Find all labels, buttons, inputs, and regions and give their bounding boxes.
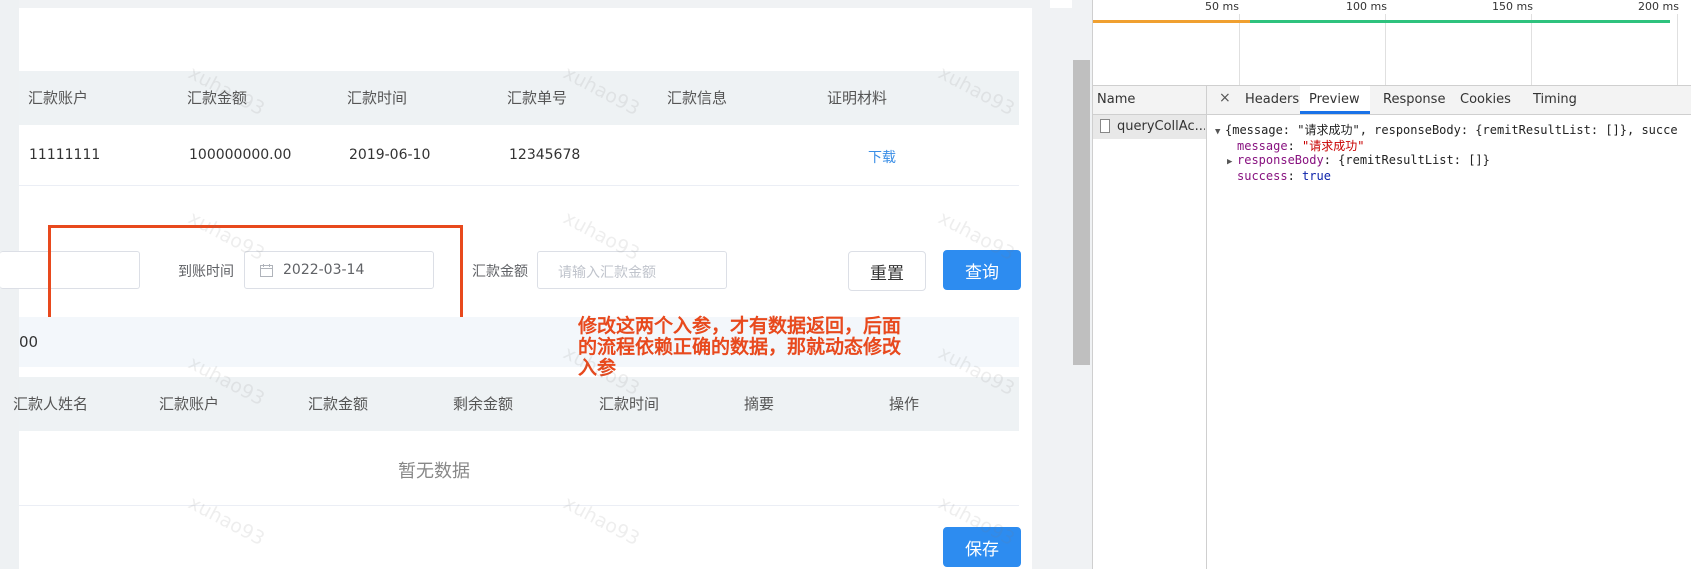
amount-label: 汇款金额 xyxy=(472,264,528,280)
query-button[interactable]: 查询 xyxy=(943,250,1021,290)
top-band xyxy=(19,0,1050,8)
name-header-label: Name xyxy=(1097,92,1136,107)
active-tab-indicator xyxy=(1300,111,1370,114)
col-summary: 摘要 xyxy=(744,395,775,413)
page-scrollbar-thumb[interactable] xyxy=(1073,60,1090,365)
json-root-line[interactable]: ▼ {message: "请求成功", responseBody: {remitR… xyxy=(1215,121,1678,138)
document-icon xyxy=(1100,119,1110,133)
cell-account: 11111111 xyxy=(29,147,101,163)
request-list: Name queryCollAc... xyxy=(1093,86,1207,569)
watermark: xuhao93 xyxy=(184,491,269,551)
close-icon[interactable]: × xyxy=(1219,90,1231,106)
cell-time: 2019-06-10 xyxy=(349,147,431,163)
tab-headers[interactable]: Headers xyxy=(1245,92,1299,107)
tick-line xyxy=(1385,14,1386,85)
request-row[interactable]: queryCollAc... xyxy=(1093,115,1206,139)
cell-amount: 100000000.00 xyxy=(189,147,292,163)
json-string-value: "请求成功" xyxy=(1302,139,1365,153)
detail-tabbar: × Headers Preview Response Cookies Timin… xyxy=(1207,86,1691,115)
amount-input[interactable]: 请输入汇款金额 xyxy=(537,251,727,289)
remit-table-header: 汇款账户 汇款金额 汇款时间 汇款单号 汇款信息 证明材料 xyxy=(19,71,1019,125)
timeline-bar-download xyxy=(1250,20,1670,23)
col-remitter-name: 汇款人姓名 xyxy=(13,395,89,413)
col-remit-account: 汇款账户 xyxy=(159,395,220,413)
col-remit-amount: 汇款金额 xyxy=(308,395,369,413)
result-table-header: 汇款人姓名 汇款账户 汇款金额 剩余金额 汇款时间 摘要 操作 xyxy=(13,377,1019,431)
col-remit-time: 汇款时间 xyxy=(599,395,660,413)
col-remit-number: 汇款单号 xyxy=(507,89,568,107)
tick-label: 100 ms xyxy=(1346,0,1387,13)
json-root-summary: {message: "请求成功", responseBody: {remitRe… xyxy=(1225,123,1678,137)
col-proof: 证明材料 xyxy=(827,89,888,107)
network-timeline: 50 ms 100 ms 150 ms 200 ms xyxy=(1093,0,1691,86)
table-row: 11111111 100000000.00 2019-06-10 1234567… xyxy=(19,125,1019,186)
col-remit-account: 汇款账户 xyxy=(28,89,89,107)
tick-label: 150 ms xyxy=(1492,0,1533,13)
col-actions: 操作 xyxy=(889,395,920,413)
name-column-header[interactable]: Name xyxy=(1093,86,1206,115)
col-remit-info: 汇款信息 xyxy=(667,89,728,107)
highlight-box xyxy=(48,225,463,320)
col-remaining-amount: 剩余金额 xyxy=(453,395,514,413)
watermark: xuhao93 xyxy=(559,491,644,551)
save-button[interactable]: 保存 xyxy=(943,527,1021,567)
tab-response[interactable]: Response xyxy=(1383,92,1445,107)
tick-line xyxy=(1239,14,1240,85)
devtools-panel: 50 ms 100 ms 150 ms 200 ms Name queryCol… xyxy=(1092,0,1691,569)
json-response-line[interactable]: ▶ responseBody: {remitResultList: []} xyxy=(1227,153,1490,167)
summary-text: 00 xyxy=(19,333,39,351)
json-bool-value: true xyxy=(1302,169,1331,183)
tab-timing[interactable]: Timing xyxy=(1533,92,1577,107)
empty-state-text: 暂无数据 xyxy=(398,461,470,482)
json-key: responseBody xyxy=(1237,153,1324,167)
cell-number: 12345678 xyxy=(509,147,581,163)
tick-label: 200 ms xyxy=(1638,0,1679,13)
timeline-bar-waiting xyxy=(1093,20,1250,23)
download-link[interactable]: 下载 xyxy=(868,147,896,167)
request-name: queryCollAc... xyxy=(1117,119,1205,134)
col-remit-amount: 汇款金额 xyxy=(187,89,248,107)
annotation-note: 修改这两个入参，才有数据返回，后面的流程依赖正确的数据，那就动态修改入参 xyxy=(578,315,902,379)
content-right-margin xyxy=(1032,8,1072,569)
tab-cookies[interactable]: Cookies xyxy=(1460,92,1511,107)
reset-button[interactable]: 重置 xyxy=(848,251,926,291)
json-success-line: success: true xyxy=(1237,169,1331,183)
json-key: message xyxy=(1237,139,1288,153)
expand-triangle-down-icon[interactable]: ▼ xyxy=(1215,127,1225,137)
json-preview: ▼ {message: "请求成功", responseBody: {remitR… xyxy=(1207,115,1691,569)
col-remit-time: 汇款时间 xyxy=(347,89,408,107)
tick-line xyxy=(1677,14,1678,85)
tab-preview[interactable]: Preview xyxy=(1309,92,1360,107)
table-divider xyxy=(19,505,1019,506)
tick-line xyxy=(1531,14,1532,85)
json-message-line: message: "请求成功" xyxy=(1237,139,1365,153)
expand-triangle-right-icon[interactable]: ▶ xyxy=(1227,157,1237,167)
json-object-value: {remitResultList: []} xyxy=(1338,153,1490,167)
amount-placeholder: 请输入汇款金额 xyxy=(558,265,656,281)
tick-label: 50 ms xyxy=(1205,0,1239,13)
json-key: success xyxy=(1237,169,1288,183)
